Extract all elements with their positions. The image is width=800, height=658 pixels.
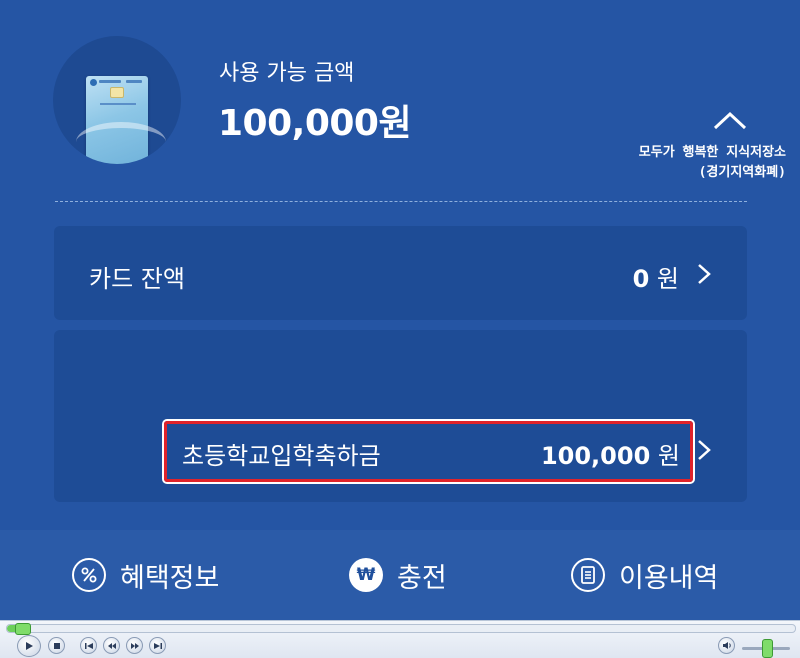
next-icon xyxy=(153,642,162,649)
card-balance-label: 카드 잔액 xyxy=(89,265,185,293)
previous-icon xyxy=(84,642,93,649)
chevron-right-icon[interactable] xyxy=(696,438,712,462)
slogan-line-1: 모두가 행복한 지식저장소 xyxy=(638,145,786,160)
stop-button[interactable] xyxy=(48,637,65,654)
grant-name: 초등학교입학축하금 xyxy=(182,442,381,470)
nav-history[interactable]: 이용내역 xyxy=(571,530,718,620)
card-balance-unit: 원 xyxy=(656,265,679,293)
volume-thumb[interactable] xyxy=(762,639,773,658)
stop-icon xyxy=(53,642,60,649)
slogan: 모두가 행복한 지식저장소 (경기지역화폐) xyxy=(639,143,786,183)
grant-unit: 원 xyxy=(657,442,680,470)
fast-forward-icon xyxy=(130,642,139,649)
speaker-icon xyxy=(722,642,731,649)
won-icon: ₩ xyxy=(349,558,383,592)
card-balance-value: 0 원 xyxy=(633,259,679,294)
nav-benefits-label: 혜택정보 xyxy=(120,562,220,594)
seek-thumb[interactable] xyxy=(15,623,31,635)
card-balance-amount: 0 xyxy=(632,265,650,293)
chevron-up-icon xyxy=(713,111,747,130)
nav-history-label: 이용내역 xyxy=(619,562,719,594)
play-button[interactable] xyxy=(17,635,41,657)
nav-charge[interactable]: ₩ 충전 xyxy=(349,530,447,620)
grant-item[interactable]: 초등학교입학축하금 100,000 원 xyxy=(164,421,693,482)
wallet-screen: 사용 가능 금액 100,000원 모두가 행복한 지식저장소 (경기지역화폐)… xyxy=(0,0,800,620)
card-logo xyxy=(90,79,97,86)
grant-list-panel: 초등학교입학축하금 100,000 원 xyxy=(54,330,747,502)
card-chip xyxy=(110,87,124,98)
card-thumbnail xyxy=(53,36,181,164)
receipt-icon xyxy=(571,558,605,592)
grant-amount: 100,000 xyxy=(540,442,651,470)
mute-button[interactable] xyxy=(718,637,735,654)
previous-button[interactable] xyxy=(80,637,97,654)
nav-charge-label: 충전 xyxy=(397,562,447,594)
grant-value: 100,000 원 xyxy=(541,436,680,471)
media-player-bar xyxy=(0,620,800,658)
available-label: 사용 가능 금액 xyxy=(219,61,355,86)
card-image xyxy=(76,76,166,164)
seek-bar[interactable] xyxy=(6,623,796,635)
chevron-right-icon xyxy=(698,264,711,284)
divider xyxy=(55,201,747,202)
collapse-button[interactable] xyxy=(710,106,750,136)
rewind-icon xyxy=(107,642,116,649)
available-amount: 100,000원 xyxy=(218,103,412,144)
fast-forward-button[interactable] xyxy=(126,637,143,654)
rewind-button[interactable] xyxy=(103,637,120,654)
percent-icon xyxy=(72,558,106,592)
card-balance-row[interactable]: 카드 잔액 0 원 xyxy=(54,226,747,320)
nav-benefits[interactable]: 혜택정보 xyxy=(72,530,219,620)
play-icon xyxy=(26,642,33,650)
slogan-line-2: (경기지역화폐) xyxy=(698,165,786,180)
next-button[interactable] xyxy=(149,637,166,654)
bottom-nav: 혜택정보 ₩ 충전 이용내역 xyxy=(0,530,800,620)
